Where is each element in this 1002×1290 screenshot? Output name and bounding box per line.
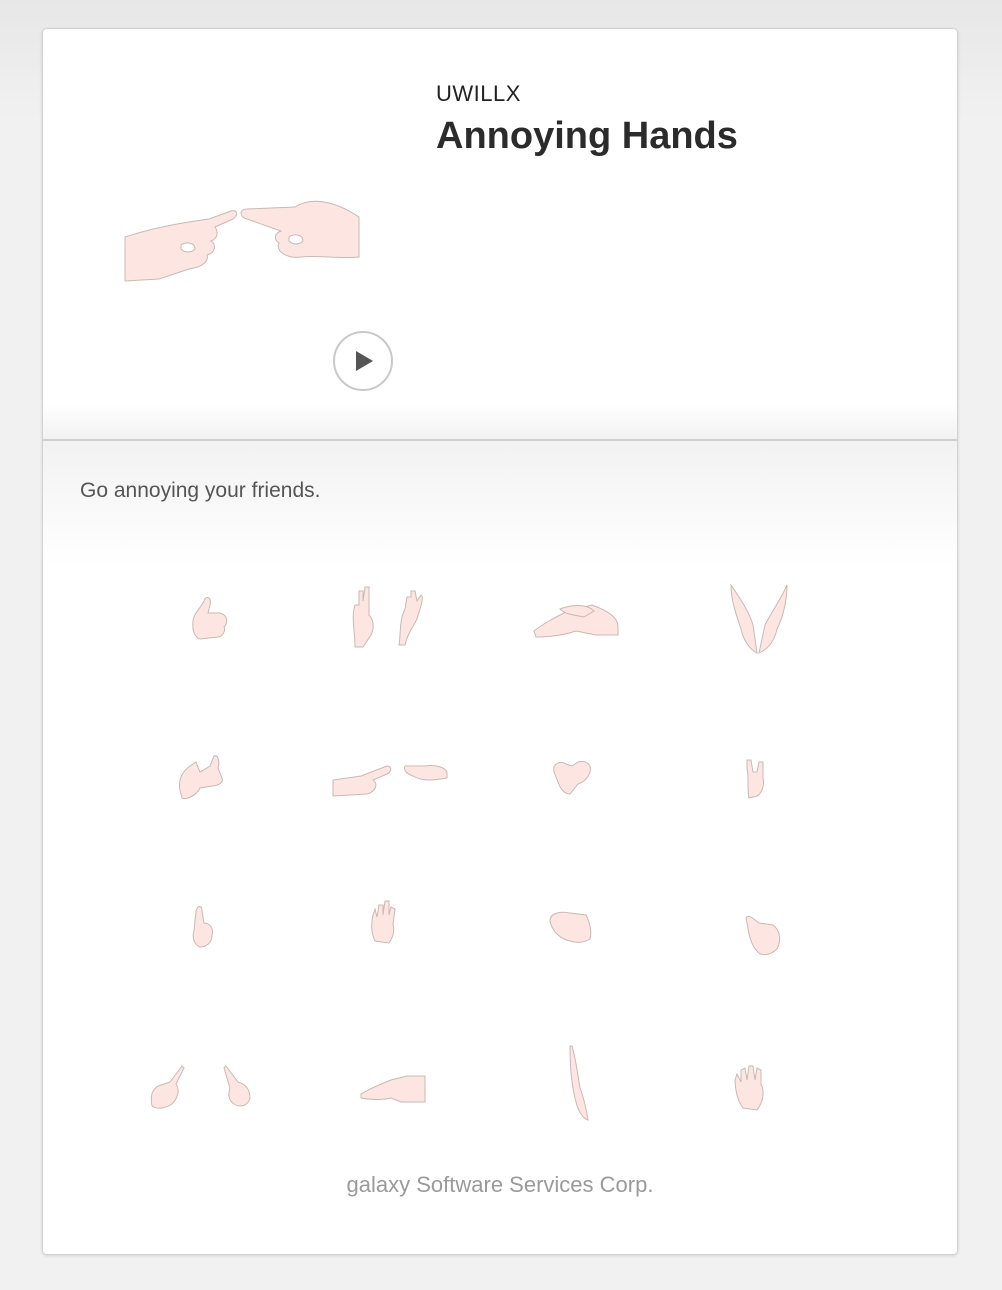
thumbs-up-icon — [138, 561, 278, 661]
touching-fingers-art — [124, 200, 360, 282]
developer-name[interactable]: UWILLX — [436, 81, 521, 107]
raised-hands-icon — [321, 561, 461, 661]
publisher-credit: galaxy Software Services Corp. — [346, 1172, 654, 1197]
thumb-point-icon — [138, 716, 278, 816]
crossed-pointers-icon — [138, 1026, 278, 1126]
spread-fingers-icon — [687, 1026, 827, 1126]
play-button[interactable] — [333, 331, 393, 391]
app-description: Go annoying your friends. galaxy Softwar… — [43, 441, 957, 1254]
thumb-tilt-icon — [687, 871, 827, 971]
praying-hands-icon — [687, 561, 827, 661]
hand-gesture-grid — [138, 561, 873, 1161]
blade-hand-icon — [504, 1026, 644, 1126]
tagline: Go annoying your friends. — [80, 479, 321, 502]
app-card: UWILLX Annoying Hands Go annoying your f… — [42, 28, 958, 1255]
fist-icon — [504, 871, 644, 971]
app-header: UWILLX Annoying Hands — [43, 29, 957, 441]
open-palm-icon — [321, 871, 461, 971]
flat-hand-icon — [321, 1026, 461, 1126]
clasped-fists-icon — [504, 716, 644, 816]
play-icon — [356, 351, 373, 371]
app-title: Annoying Hands — [436, 115, 738, 157]
index-up-icon — [138, 871, 278, 971]
rock-sign-icon — [687, 716, 827, 816]
pointing-fingers-icon — [321, 716, 461, 816]
rubbing-hands-icon — [504, 561, 644, 661]
